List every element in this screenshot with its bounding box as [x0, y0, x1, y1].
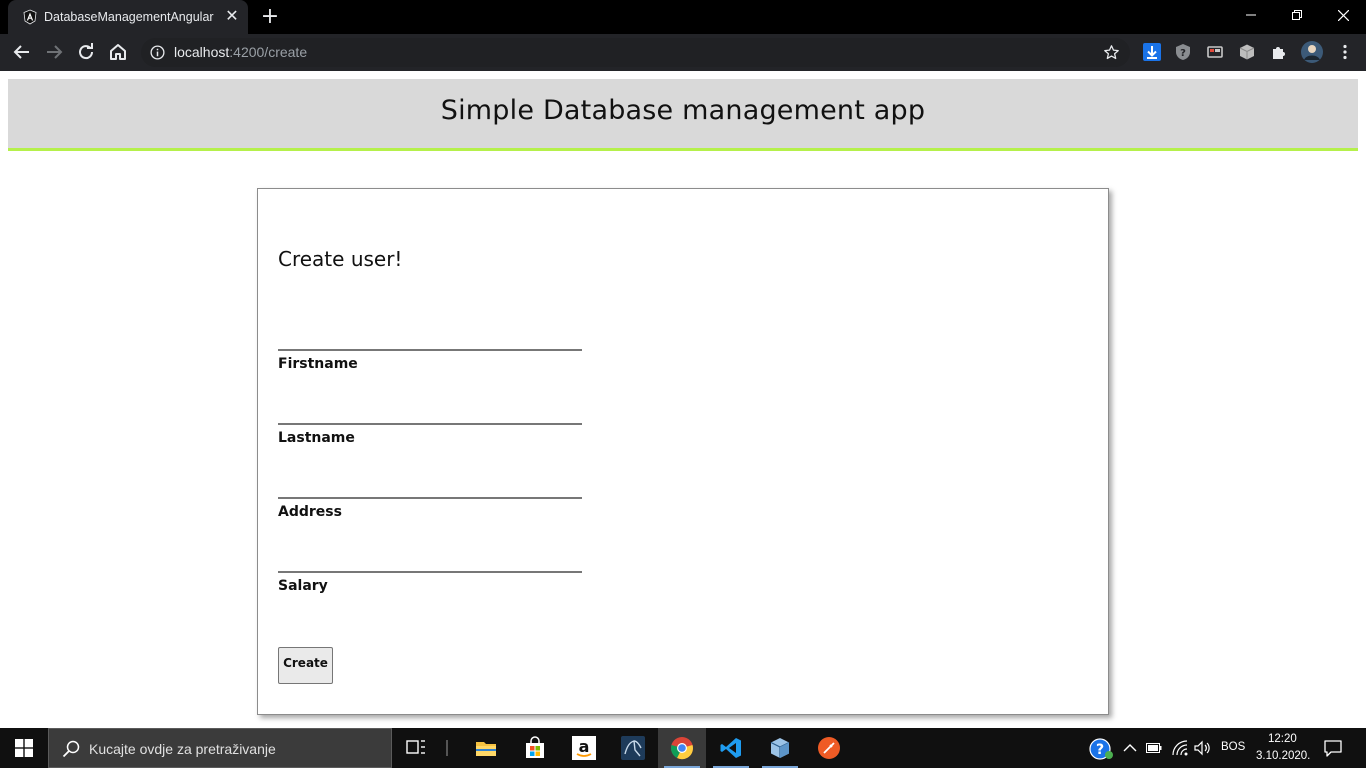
browser-toolbar: localhost:4200/create ?	[0, 34, 1366, 71]
tab-title: DatabaseManagementAngular	[44, 10, 214, 24]
cast-extension-icon[interactable]	[1206, 43, 1224, 61]
salary-underline	[278, 571, 582, 573]
back-arrow-icon[interactable]	[10, 40, 34, 64]
chrome-icon	[671, 737, 693, 760]
shield-extension-icon[interactable]: ?	[1174, 43, 1192, 61]
app-header: Simple Database management app	[8, 79, 1358, 151]
home-icon[interactable]	[106, 40, 130, 64]
file-explorer-button[interactable]	[462, 728, 510, 768]
vscode-taskbar-button[interactable]	[707, 728, 755, 768]
url-text: localhost:4200/create	[174, 44, 307, 60]
firstname-underline	[278, 349, 582, 351]
reload-icon[interactable]	[74, 40, 98, 64]
start-button[interactable]	[0, 728, 48, 768]
chevron-up-icon[interactable]	[1123, 742, 1137, 754]
browser-tab-strip: DatabaseManagementAngular ✕ +	[0, 0, 1366, 34]
address-underline	[278, 497, 582, 499]
virtualbox-icon	[770, 738, 790, 758]
chrome-taskbar-button[interactable]	[658, 728, 706, 768]
bookmark-star-icon[interactable]	[1103, 44, 1120, 61]
help-tray-icon[interactable]: ?	[1089, 737, 1115, 761]
mysql-workbench-button[interactable]	[609, 728, 657, 768]
postman-button[interactable]	[805, 728, 853, 768]
volume-icon[interactable]	[1193, 739, 1211, 757]
mysql-workbench-icon	[621, 736, 645, 760]
search-placeholder: Kucajte ovdje za pretraživanje	[89, 741, 276, 757]
svg-text:?: ?	[1180, 48, 1186, 59]
keyboard-language[interactable]: BOS	[1221, 741, 1245, 753]
address-label: Address	[278, 504, 342, 520]
forward-arrow-icon[interactable]	[42, 40, 66, 64]
postman-icon	[818, 737, 840, 759]
restore-button[interactable]	[1274, 0, 1320, 30]
close-icon	[1337, 9, 1349, 22]
close-tab-icon[interactable]: ✕	[224, 8, 240, 24]
microsoft-store-button[interactable]	[511, 728, 559, 768]
lastname-input[interactable]	[278, 397, 582, 421]
amazon-icon: a	[572, 736, 596, 760]
task-view-icon	[406, 740, 425, 754]
firstname-input[interactable]	[278, 323, 582, 347]
notification-center-icon[interactable]	[1323, 738, 1343, 758]
store-bag-icon	[526, 736, 544, 758]
restore-icon	[1292, 10, 1302, 20]
page-viewport: Simple Database management app Create us…	[0, 71, 1366, 728]
windows-logo-icon	[15, 739, 33, 757]
form-heading: Create user!	[278, 247, 403, 271]
folder-icon	[476, 742, 496, 756]
salary-label: Salary	[278, 578, 328, 594]
app-title: Simple Database management app	[440, 95, 926, 126]
task-view-button[interactable]	[392, 728, 440, 768]
create-button[interactable]: Create	[278, 647, 333, 684]
address-input[interactable]	[278, 471, 582, 495]
taskbar-divider	[446, 740, 448, 756]
vscode-icon	[720, 738, 741, 758]
svg-text:a: a	[579, 737, 590, 756]
wifi-icon[interactable]	[1171, 739, 1189, 757]
address-bar[interactable]: localhost:4200/create	[141, 38, 1130, 67]
battery-icon[interactable]	[1146, 742, 1162, 754]
salary-input[interactable]	[278, 545, 582, 569]
site-info-icon[interactable]	[150, 45, 165, 60]
virtualbox-taskbar-button[interactable]	[756, 728, 804, 768]
minimize-icon	[1246, 14, 1256, 16]
url-path: :4200/create	[229, 44, 308, 60]
lastname-label: Lastname	[278, 430, 355, 446]
search-icon	[62, 740, 80, 758]
angular-favicon-icon	[23, 9, 37, 25]
lastname-underline	[278, 423, 582, 425]
windows-taskbar: Kucajte ovdje za pretraživanje a ? BOS 1…	[0, 728, 1366, 768]
amazon-button[interactable]: a	[560, 728, 608, 768]
profile-avatar[interactable]	[1301, 41, 1323, 63]
close-window-button[interactable]	[1320, 0, 1366, 30]
taskbar-search[interactable]: Kucajte ovdje za pretraživanje	[48, 728, 392, 768]
clock[interactable]: 12:20 3.10.2020.	[1252, 728, 1312, 768]
new-tab-button[interactable]: +	[260, 6, 280, 28]
create-user-card: Create user! Firstname Lastname Address …	[257, 188, 1109, 715]
minimize-button[interactable]	[1228, 0, 1274, 30]
cube-extension-icon[interactable]	[1238, 43, 1256, 61]
browser-menu-icon[interactable]	[1336, 43, 1354, 61]
clock-time: 12:20	[1268, 733, 1297, 745]
extensions-puzzle-icon[interactable]	[1270, 43, 1288, 61]
firstname-label: Firstname	[278, 356, 358, 372]
url-host: localhost	[174, 44, 230, 60]
clock-date: 3.10.2020.	[1256, 750, 1311, 762]
svg-text:?: ?	[1096, 742, 1104, 758]
browser-tab[interactable]: DatabaseManagementAngular ✕	[8, 0, 248, 34]
download-extension-icon[interactable]	[1143, 43, 1161, 61]
